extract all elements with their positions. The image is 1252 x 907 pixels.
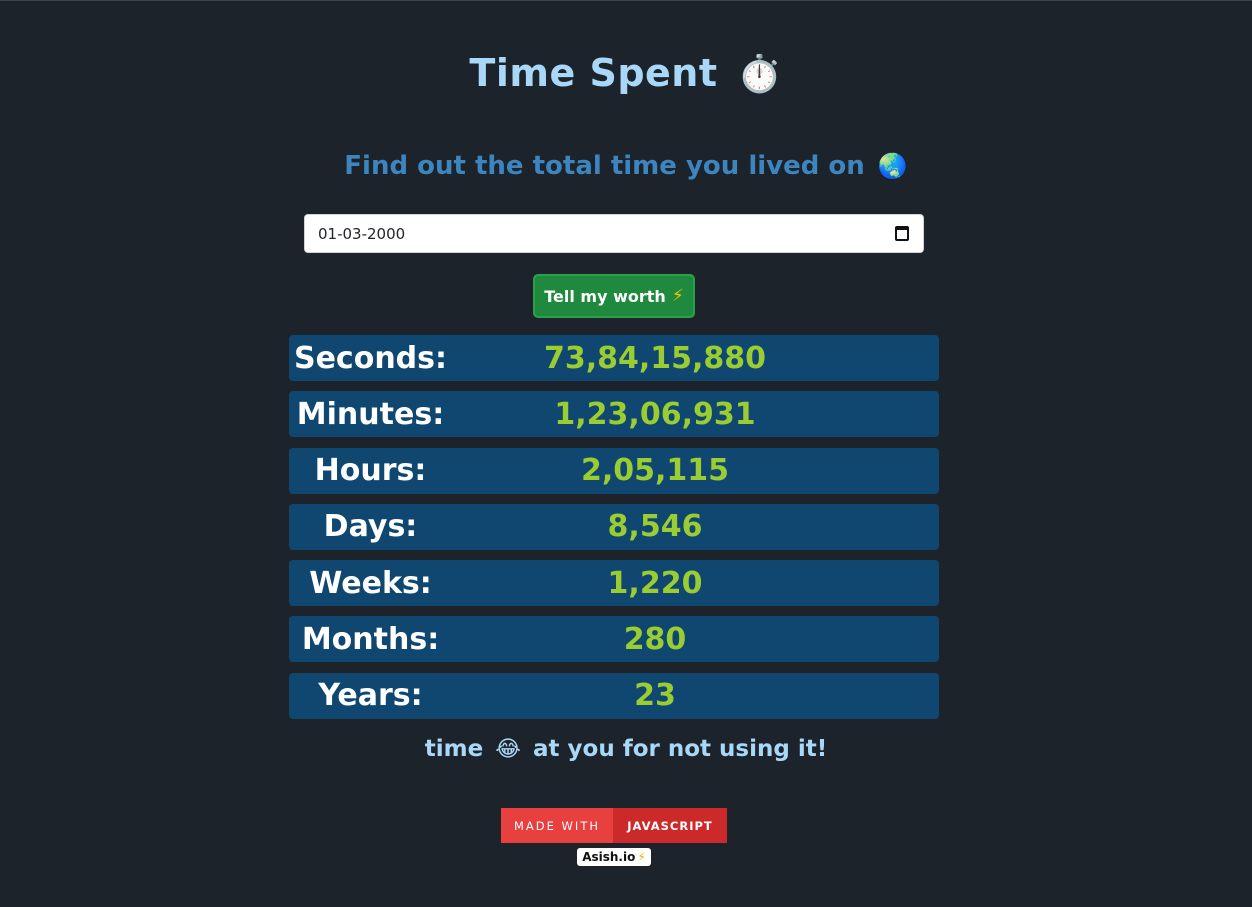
result-value: 8,546	[607, 509, 703, 545]
result-row-hours: Hours: 2,05,115	[289, 447, 939, 494]
result-label: Hours:	[314, 453, 427, 489]
button-label: Tell my worth	[544, 286, 666, 306]
result-value: 2,05,115	[580, 453, 730, 489]
footer-text-before: time	[424, 736, 484, 762]
made-with-javascript-badge[interactable]: MADE WITH JAVASCRIPT	[501, 808, 727, 843]
tell-my-worth-button[interactable]: Tell my worth ⚡	[533, 274, 695, 318]
result-label: Seconds:	[293, 340, 448, 376]
result-row-minutes: Minutes: 1,23,06,931	[289, 391, 939, 438]
result-label: Minutes:	[296, 396, 445, 432]
laughing-emoji-icon: 😂	[495, 737, 521, 762]
result-value: 280	[623, 621, 687, 657]
result-row-seconds: Seconds: 73,84,15,880	[289, 335, 939, 381]
result-value: 1,23,06,931	[554, 396, 756, 432]
result-value: 73,84,15,880	[543, 340, 767, 376]
stopwatch-icon: ⏱️	[737, 54, 783, 95]
result-label: Days:	[323, 509, 418, 545]
badge-right: JAVASCRIPT	[613, 808, 727, 843]
birthdate-input[interactable]	[318, 224, 818, 243]
title-text: Time Spent	[469, 51, 718, 95]
credit-link[interactable]: Asish.io ⚡	[577, 848, 651, 866]
globe-icon: 🌏	[877, 152, 908, 180]
results-list: Seconds: 73,84,15,880 Minutes: 1,23,06,9…	[289, 335, 939, 729]
credit-text: Asish.io	[582, 850, 636, 864]
result-row-months: Months: 280	[289, 616, 939, 663]
footer-text-after: at you for not using it!	[533, 736, 828, 762]
footer-message: time 😂 at you for not using it!	[0, 736, 1252, 762]
result-label: Years:	[318, 678, 423, 714]
lightning-icon: ⚡	[637, 850, 646, 864]
result-value: 23	[634, 678, 676, 714]
subtitle-text: Find out the total time you lived on	[344, 151, 865, 181]
calendar-icon[interactable]	[895, 226, 909, 241]
result-row-years: Years: 23	[289, 672, 939, 719]
page-title: Time Spent ⏱️	[0, 51, 1252, 95]
result-row-weeks: Weeks: 1,220	[289, 560, 939, 607]
lightning-icon: ⚡	[671, 286, 684, 306]
badge-left: MADE WITH	[501, 808, 613, 843]
result-row-days: Days: 8,546	[289, 503, 939, 550]
birthdate-field[interactable]	[304, 214, 924, 253]
result-label: Months:	[301, 621, 440, 657]
result-value: 1,220	[607, 565, 703, 601]
result-label: Weeks:	[309, 565, 432, 601]
page-subtitle: Find out the total time you lived on 🌏	[0, 151, 1252, 181]
